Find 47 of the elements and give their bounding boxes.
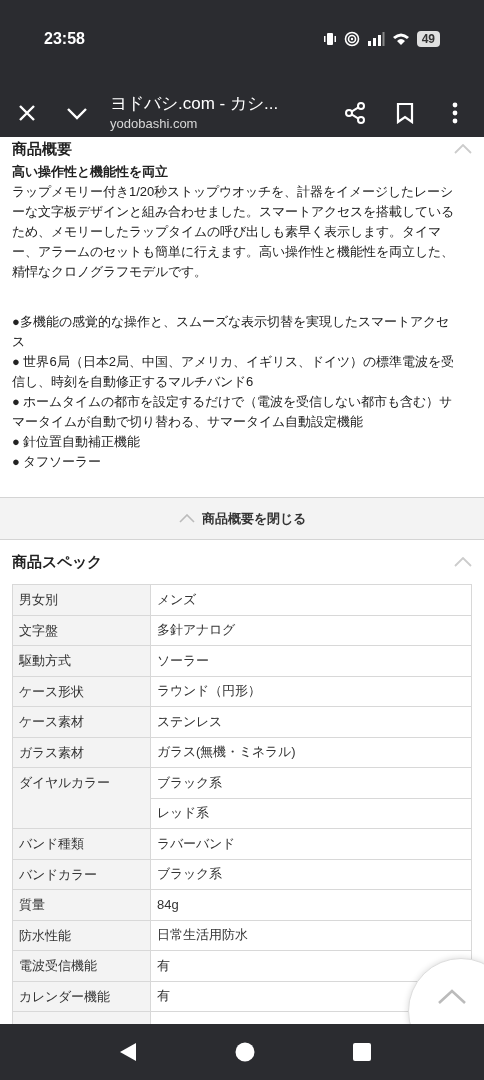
chevron-up-icon xyxy=(178,514,195,523)
table-cell: レッド系 xyxy=(150,798,472,829)
battery-indicator: 49 xyxy=(416,31,440,47)
back-icon[interactable] xyxy=(119,1042,137,1062)
table-cell: ケース素材 xyxy=(12,706,151,737)
table-cell: カレンダー機能 xyxy=(12,981,151,1012)
table-cell: ラバーバンド xyxy=(150,828,472,859)
status-time: 23:58 xyxy=(44,30,85,48)
page-url: yodobashi.com xyxy=(110,115,199,132)
home-icon[interactable] xyxy=(235,1042,255,1062)
section-heading: 商品スペック xyxy=(12,552,102,572)
table-cell: 駆動方式 xyxy=(12,645,151,676)
table-cell: 質量 xyxy=(12,889,151,920)
feature-item: ● タフソーラー xyxy=(12,453,103,471)
vibrate-icon xyxy=(322,32,337,46)
table-cell: 男女別 xyxy=(12,584,151,615)
collapse-button[interactable]: 商品概要を閉じる xyxy=(0,497,484,540)
table-cell: ガラス素材 xyxy=(12,737,151,768)
table-cell: ラウンド（円形） xyxy=(150,676,472,707)
table-cell: メンズ xyxy=(150,584,472,615)
table-cell: ガラス(無機・ミネラル) xyxy=(150,737,472,768)
table-cell: ソーラー xyxy=(150,645,472,676)
page-title: ヨドバシ.com - カシ... xyxy=(110,93,280,115)
table-cell: バンド種類 xyxy=(12,828,151,859)
table-cell: 日常生活用防水 xyxy=(150,920,472,951)
table-cell: ブラック系 xyxy=(150,767,472,798)
section-heading: 商品概要 xyxy=(12,139,72,159)
table-cell: 文字盤 xyxy=(12,615,151,646)
feature-item: ● ホームタイムの都市を設定するだけで（電波を受信しない都市も含む）サマータイムが自動で切り替わる、サマータイム自動設定機能 xyxy=(12,393,454,431)
chevron-up-icon xyxy=(437,989,467,1005)
table-cell: 多針アナログ xyxy=(150,615,472,646)
wifi-icon xyxy=(391,32,410,46)
table-cell: 防水性能 xyxy=(12,920,151,951)
table-cell: 84g xyxy=(150,889,472,920)
signal-icon xyxy=(366,32,385,46)
feature-item: ● 針位置自動補正機能 xyxy=(12,433,142,451)
feature-item: ●多機能の感覚的な操作と、スムーズな表示切替を実現したスマートアクセス xyxy=(12,313,450,351)
feature-item: ● 世界6局（日本2局、中国、アメリカ、イギリス、ドイツ）の標準電波を受信し、時刻を自動修正するマルチバンド6 xyxy=(12,353,454,391)
hotspot-icon xyxy=(343,31,360,47)
table-cell: ブラック系 xyxy=(150,859,472,890)
description-text: ラップメモリー付き1/20秒ストップウオッチを、計器をイメージしたレーシーな文字板デザインと組み合わせました。スマートアクセスを搭載しているため、メモリーしたラップタイムの呼び出しも素早く表示します。タイマー、アラームのセットも簡単に行えます。高い操作性と機能性を両立した、精悍なクロノグラフモデルです。 xyxy=(12,183,454,281)
description-title: 高い操作性と機能性を両立 xyxy=(12,163,169,181)
table-cell: ケース形状 xyxy=(12,676,151,707)
table-cell: ステンレス xyxy=(150,706,472,737)
table-cell: ダイヤルカラー xyxy=(12,767,151,829)
table-cell: バンドカラー xyxy=(12,859,151,890)
table-cell: 電波受信機能 xyxy=(12,950,151,981)
